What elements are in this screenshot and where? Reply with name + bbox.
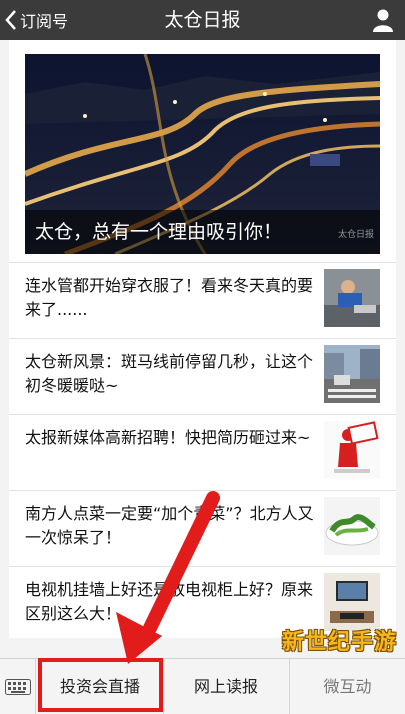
list-item[interactable]: 连水管都开始穿衣服了！看来冬天真的要来了......: [9, 262, 396, 338]
top-bar: 订阅号 太仓日报: [0, 0, 405, 40]
article-title: 南方人点菜一定要“加个青菜”？北方人又一次惊呆了！: [25, 504, 314, 547]
user-icon[interactable]: [371, 8, 395, 32]
menu-item-online-newspaper[interactable]: 网上读报: [163, 659, 288, 714]
list-item[interactable]: 南方人点菜一定要“加个青菜”？北方人又一次惊呆了！: [9, 490, 396, 566]
brand-watermark: 新世纪手游: [281, 630, 397, 655]
list-item[interactable]: 太报新媒体高新招聘！快把简历砸过来~: [9, 414, 396, 490]
page-title: 太仓日报: [164, 9, 241, 31]
article-thumbnail: [324, 345, 380, 403]
hero-caption: 太仓，总有一个理由吸引你！: [25, 210, 380, 254]
keyboard-toggle-button[interactable]: [0, 659, 36, 714]
article-title: 太仓新风景：斑马线前停留几秒，让这个初冬暖暖哒~: [25, 352, 314, 395]
article-thumbnail: [324, 269, 380, 327]
menu-item-interaction[interactable]: 微互动: [289, 659, 405, 714]
article-title: 太报新媒体高新招聘！快把简历砸过来~: [25, 428, 311, 447]
hero-article[interactable]: 太仓，总有一个理由吸引你！ 太仓日报: [25, 54, 380, 254]
article-thumbnail: [324, 573, 380, 631]
article-title: 电视机挂墙上好还是放电视柜上好？原来区别这么大！: [25, 580, 314, 623]
menu-item-investment-live[interactable]: 投资会直播: [38, 659, 162, 714]
article-thumbnail: [324, 421, 380, 479]
bottom-menu-bar: 投资会直播 网上读报 微互动: [0, 658, 405, 714]
list-item[interactable]: 太仓新风景：斑马线前停留几秒，让这个初冬暖暖哒~: [9, 338, 396, 414]
hero-watermark: 太仓日报: [337, 230, 374, 240]
article-list-card: 太仓，总有一个理由吸引你！ 太仓日报 连水管都开始穿衣服了！看来冬天真的要来了.…: [9, 40, 396, 638]
keyboard-icon: [5, 679, 31, 695]
article-thumbnail: [324, 497, 380, 555]
article-title: 连水管都开始穿衣服了！看来冬天真的要来了......: [25, 276, 314, 319]
